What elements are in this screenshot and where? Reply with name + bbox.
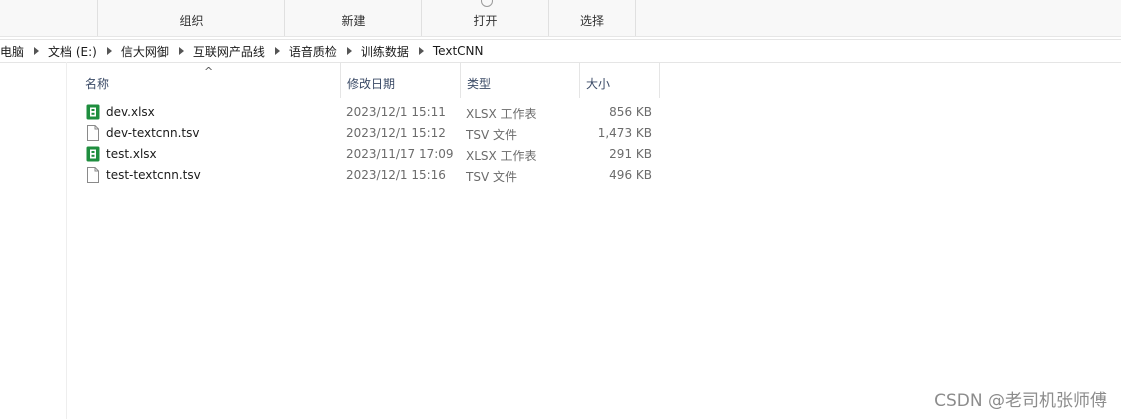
watermark: CSDN @老司机张师傅 bbox=[934, 391, 1107, 411]
file-size: 291 KB bbox=[609, 147, 652, 161]
file-size: 856 KB bbox=[609, 105, 652, 119]
file-type: XLSX 工作表 bbox=[466, 149, 537, 163]
file-name[interactable]: dev.xlsx bbox=[106, 105, 155, 119]
column-header-size-label: 大小 bbox=[586, 77, 611, 91]
ribbon-toolbar: 组织 新建 打开 选择 bbox=[0, 0, 1121, 37]
column-header-date[interactable]: 修改日期 bbox=[340, 62, 461, 98]
ribbon-group-select[interactable]: 选择 bbox=[548, 0, 636, 36]
breadcrumb-this-pc[interactable]: 此电脑 bbox=[0, 43, 24, 60]
file-date: 2023/12/1 15:16 bbox=[346, 168, 446, 182]
chevron-right-icon[interactable] bbox=[274, 47, 280, 55]
file-icon bbox=[87, 125, 99, 141]
column-header-name[interactable]: 名称 bbox=[78, 62, 341, 98]
excel-icon bbox=[86, 146, 100, 162]
history-icon bbox=[480, 0, 493, 7]
ribbon-label-open: 打开 bbox=[473, 14, 498, 28]
excel-icon bbox=[86, 104, 100, 120]
ribbon-label-organize: 组织 bbox=[179, 14, 204, 28]
column-header-size[interactable]: 大小 bbox=[579, 62, 660, 98]
file-type: TSV 文件 bbox=[466, 128, 517, 142]
address-bar[interactable]: 此电脑 文档 (E:) 信大网御 互联网产品线 语音质检 训练数据 TextCN… bbox=[0, 39, 1121, 63]
file-row[interactable]: dev.xlsx 2023/12/1 15:11 XLSX 工作表 856 KB bbox=[78, 102, 660, 123]
file-size: 496 KB bbox=[609, 168, 652, 182]
column-header-name-label: 名称 bbox=[85, 77, 110, 91]
file-name[interactable]: test.xlsx bbox=[106, 147, 157, 161]
file-date: 2023/12/1 15:12 bbox=[346, 126, 446, 140]
chevron-right-icon[interactable] bbox=[106, 47, 112, 55]
ribbon-label-new: 新建 bbox=[341, 14, 366, 28]
ribbon-label-select: 选择 bbox=[579, 14, 604, 28]
ribbon-group-organize[interactable]: 组织 bbox=[97, 0, 285, 36]
breadcrumb-folder-2[interactable]: 互联网产品线 bbox=[193, 43, 265, 60]
file-row[interactable]: test-textcnn.tsv 2023/12/1 15:16 TSV 文件 … bbox=[78, 165, 660, 186]
file-date: 2023/12/1 15:11 bbox=[346, 105, 446, 119]
ribbon-group-open[interactable]: 打开 bbox=[421, 0, 549, 36]
column-header-date-label: 修改日期 bbox=[347, 77, 396, 91]
file-date: 2023/11/17 17:09 bbox=[346, 147, 454, 161]
chevron-right-icon[interactable] bbox=[34, 47, 40, 55]
column-header-type-label: 类型 bbox=[467, 77, 492, 91]
breadcrumb-folder-1[interactable]: 信大网御 bbox=[121, 43, 169, 60]
column-header-row: ^ 名称 修改日期 类型 大小 bbox=[78, 62, 660, 98]
file-name[interactable]: dev-textcnn.tsv bbox=[106, 126, 199, 140]
file-icon bbox=[87, 167, 99, 183]
file-size: 1,473 KB bbox=[597, 126, 652, 140]
navigation-pane[interactable] bbox=[0, 62, 67, 419]
breadcrumb-folder-3[interactable]: 语音质检 bbox=[289, 43, 337, 60]
ribbon-group-new[interactable]: 新建 bbox=[284, 0, 422, 36]
file-row[interactable]: dev-textcnn.tsv 2023/12/1 15:12 TSV 文件 1… bbox=[78, 123, 660, 144]
file-type: TSV 文件 bbox=[466, 170, 517, 184]
column-header-type[interactable]: 类型 bbox=[460, 62, 580, 98]
breadcrumb-current[interactable]: TextCNN bbox=[433, 44, 484, 58]
chevron-right-icon[interactable] bbox=[178, 47, 184, 55]
file-list: dev.xlsx 2023/12/1 15:11 XLSX 工作表 856 KB… bbox=[78, 102, 660, 186]
file-type: XLSX 工作表 bbox=[466, 107, 537, 121]
breadcrumb-folder-4[interactable]: 训练数据 bbox=[361, 43, 409, 60]
file-row[interactable]: test.xlsx 2023/11/17 17:09 XLSX 工作表 291 … bbox=[78, 144, 660, 165]
chevron-right-icon[interactable] bbox=[346, 47, 352, 55]
file-name[interactable]: test-textcnn.tsv bbox=[106, 168, 201, 182]
chevron-right-icon[interactable] bbox=[418, 47, 424, 55]
breadcrumb-drive[interactable]: 文档 (E:) bbox=[48, 43, 97, 60]
